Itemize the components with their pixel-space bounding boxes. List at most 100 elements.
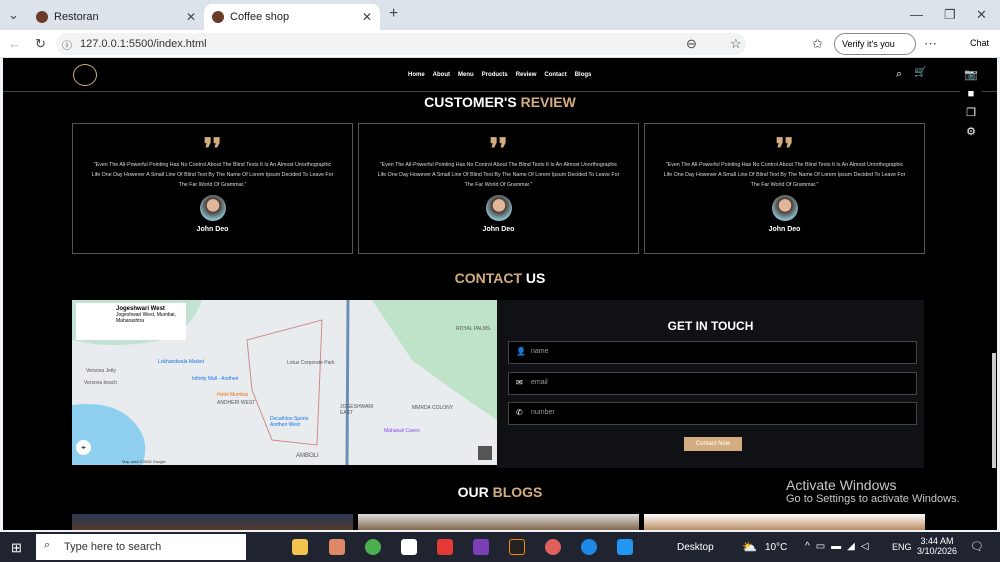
edge-icon[interactable] xyxy=(581,539,597,555)
visual-studio-icon[interactable] xyxy=(473,539,489,555)
satellite-toggle[interactable] xyxy=(478,446,492,460)
close-icon[interactable]: ✕ xyxy=(186,10,196,24)
map-attribution: Map data ©2026 Google xyxy=(122,459,166,464)
more-icon[interactable]: ⋯ xyxy=(924,36,937,52)
app-icon[interactable] xyxy=(329,539,345,555)
zoom-icon[interactable]: ⊖ xyxy=(686,36,697,52)
intellij-icon[interactable] xyxy=(509,539,525,555)
map-label: Infinity Mall - Andheri xyxy=(192,376,239,382)
nav-links: Home About Menu Products Review Contact … xyxy=(408,72,591,78)
close-icon[interactable]: ✕ xyxy=(362,10,372,24)
number-field[interactable]: ✆ number xyxy=(508,402,917,425)
vscode-icon[interactable] xyxy=(617,539,633,555)
nav-contact[interactable]: Contact xyxy=(544,72,566,78)
date: 3/10/2026 xyxy=(917,546,958,556)
heading-accent: REVIEW xyxy=(520,94,576,110)
heading-part: OUR xyxy=(457,484,493,500)
file-explorer-icon[interactable] xyxy=(292,539,308,555)
review-text: "Even The All-Powerful Pointing Has No C… xyxy=(91,162,334,188)
desktop-toolbar[interactable]: Desktop xyxy=(677,542,714,553)
temperature[interactable]: 10°C xyxy=(765,542,787,553)
anydesk-icon[interactable] xyxy=(437,539,453,555)
window-icon[interactable]: ❐ xyxy=(960,104,982,123)
taskbar-search[interactable]: ⌕ Type here to search xyxy=(36,534,246,560)
weather-icon[interactable]: ⛅ xyxy=(742,540,757,554)
language-indicator[interactable]: ENG xyxy=(892,542,912,552)
site-info-icon[interactable]: ⓘ xyxy=(62,37,72,52)
avatar xyxy=(771,195,798,221)
favicon-icon xyxy=(212,11,224,23)
camera-icon[interactable]: 📷 xyxy=(960,66,982,85)
search-icon: ⌕ xyxy=(44,539,51,551)
url-input[interactable]: 127.0.0.1:5500/index.html xyxy=(56,33,746,55)
notepad-icon[interactable] xyxy=(401,539,417,555)
blog-card[interactable] xyxy=(72,514,353,530)
new-tab-icon[interactable]: + xyxy=(389,5,398,23)
review-card: ❜❜ "Even The All-Powerful Pointing Has No… xyxy=(358,123,639,254)
nav-blogs[interactable]: Blogs xyxy=(575,72,592,78)
close-window-icon[interactable]: ✕ xyxy=(976,7,987,23)
nav-review[interactable]: Review xyxy=(516,72,537,78)
tab-list-icon[interactable]: ⌄ xyxy=(8,7,19,23)
heading-accent: CONTACT xyxy=(454,270,526,286)
tab-title: Coffee shop xyxy=(230,11,290,23)
map-label: Versova Jetty xyxy=(86,368,117,374)
nav-about[interactable]: About xyxy=(433,72,450,78)
verify-button[interactable]: Verify it's you xyxy=(834,33,916,55)
tab-title: Restoran xyxy=(54,11,99,23)
video-icon[interactable]: ■ xyxy=(960,85,982,104)
tab-restoran[interactable]: Restoran ✕ xyxy=(28,4,204,30)
navbar: Home About Menu Products Review Contact … xyxy=(3,58,997,92)
reviewer-name: John Deo xyxy=(196,226,229,233)
nav-home[interactable]: Home xyxy=(408,72,425,78)
copilot-chat-button[interactable]: Chat xyxy=(950,38,989,48)
chrome-icon[interactable] xyxy=(365,539,381,555)
back-icon[interactable]: ← xyxy=(8,36,21,51)
restore-icon[interactable]: ❐ xyxy=(944,7,956,23)
map-label: Hotel Mumbai xyxy=(217,392,248,398)
map-label: Mahakali Caves xyxy=(384,428,420,434)
contact-now-button[interactable]: Contact Now xyxy=(684,437,742,451)
name-field[interactable]: 👤 name xyxy=(508,341,917,364)
watermark-title: Activate Windows xyxy=(786,477,897,493)
quote-icon: ❜❜ xyxy=(489,132,508,165)
name-placeholder: name xyxy=(531,348,549,355)
clock[interactable]: 3:44 AM 3/10/2026 xyxy=(917,536,957,556)
windows-start-icon[interactable]: ⊞ xyxy=(11,540,22,556)
contact-form: GET IN TOUCH 👤 name ✉ email ✆ number Contac… xyxy=(497,300,924,468)
email-field[interactable]: ✉ email xyxy=(508,372,917,395)
email-placeholder: email xyxy=(531,379,548,386)
blog-card[interactable] xyxy=(644,514,925,530)
review-text: "Even The All-Powerful Pointing Has No C… xyxy=(377,162,620,188)
search-placeholder: Type here to search xyxy=(64,541,162,553)
minimize-icon[interactable]: — xyxy=(910,7,923,22)
cart-icon[interactable]: 🛒 xyxy=(914,67,926,78)
review-text: "Even The All-Powerful Pointing Has No C… xyxy=(663,162,906,188)
locate-icon[interactable]: ⌖ xyxy=(76,440,91,455)
nav-products[interactable]: Products xyxy=(482,72,508,78)
logo[interactable] xyxy=(73,64,97,86)
time: 3:44 AM xyxy=(920,536,954,546)
tray-icons[interactable]: ^▭▬◢◁ xyxy=(805,541,875,552)
search-icon[interactable]: ⌕ xyxy=(896,68,902,81)
map-label: AMBOLI xyxy=(296,453,319,459)
blog-card[interactable] xyxy=(358,514,639,530)
map-embed[interactable]: Jogeshwari West Jogeshwari West, Mumbai, … xyxy=(72,300,497,465)
taskbar: ⊞ ⌕ Type here to search Desktop ⛅ 10°C ^▭… xyxy=(0,532,1000,562)
review-heading: CUSTOMER'S REVIEW xyxy=(3,94,997,110)
scrollbar[interactable] xyxy=(992,353,996,468)
settings-icon[interactable]: ⚙ xyxy=(960,123,982,142)
chat-label: Chat xyxy=(970,38,990,48)
quote-icon: ❜❜ xyxy=(775,132,794,165)
favorites-icon[interactable]: ✩ xyxy=(812,36,823,52)
tab-coffee-shop[interactable]: Coffee shop ✕ xyxy=(204,4,380,30)
map-label: Lotus Corporate Park xyxy=(287,360,335,366)
nav-menu[interactable]: Menu xyxy=(458,72,474,78)
notifications-icon[interactable]: 🗨 xyxy=(970,540,984,553)
activate-windows-watermark: Activate Windows Go to Settings to activa… xyxy=(786,477,960,505)
favorite-icon[interactable]: ☆ xyxy=(730,36,742,52)
map-address: Jogeshwari West, Mumbai, Maharashtra xyxy=(116,312,176,324)
reload-icon[interactable]: ↻ xyxy=(35,36,46,52)
reviewer-name: John Deo xyxy=(768,226,801,233)
chrome-profile-icon[interactable] xyxy=(545,539,561,555)
